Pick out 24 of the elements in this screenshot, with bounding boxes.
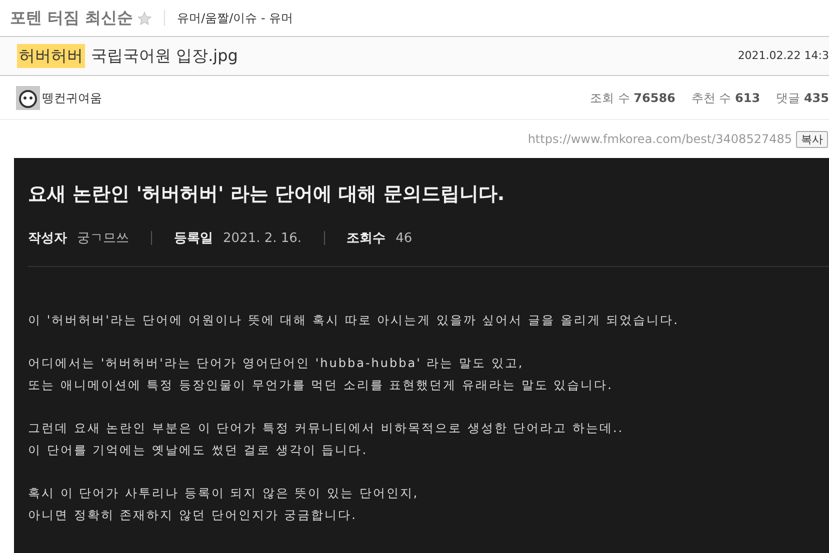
meta-value: 궁ㄱ므쓰: [77, 230, 129, 248]
body-paragraph: 이 '허버허버'라는 단어에 어원이나 뜻에 대해 혹시 따로 아시는게 있을까 싶어서 글을 올리게 되었습니다.: [28, 312, 680, 329]
meta-label: 조회수: [346, 230, 386, 248]
post-tag: 허버허버: [17, 44, 85, 68]
star-icon[interactable]: [137, 10, 152, 26]
meta-label: 등록일: [174, 230, 213, 248]
meta-value: 46: [396, 230, 412, 248]
avatar-icon: [16, 86, 40, 110]
copy-button[interactable]: 복사: [796, 130, 828, 148]
meta-value: 2021. 2. 16.: [223, 230, 302, 248]
screenshot-heading: 요새 논란인 '허버허버' 라는 단어에 대해 문의드립니다.: [28, 182, 506, 207]
post-title: 국립국어원 입장.jpg: [91, 45, 238, 67]
stat-text: 추천 수 613: [691, 90, 760, 106]
post-url: https://www.fmkorea.com/best/3408527485: [528, 131, 792, 148]
board-title[interactable]: 포텐 터짐 최신순: [10, 6, 134, 30]
stat-text: 조회 수 76586: [590, 90, 676, 106]
board-category[interactable]: 유머/움짤/이슈 - 유머: [177, 9, 294, 27]
body-paragraph: 그런데 요새 논란인 부분은 이 단어가 특정 커뮤니티에서 비하목적으로 생성한 단어라고 하는데.. 이 단어를 기억에는 옛날에도 썼던 걸로 생각이 듭니다.: [28, 420, 625, 459]
author-name[interactable]: 뗑컨귀여움: [42, 88, 102, 106]
post-date: 2021.02.22 14:3: [738, 48, 829, 64]
meta-label: 작성자: [28, 230, 67, 248]
body-paragraph: 혹시 이 단어가 사투리나 등록이 되지 않은 뜻이 있는 단어인지, 아니면 정확히 존재하지 않던 단어인지가 궁금합니다.: [28, 485, 420, 524]
body-paragraph: 어디에서는 '허버허버'라는 단어가 영어단어인 'hubba-hubba' 라는 말도 있고, 또는 애니메이션에 특정 등장인물이 무언가를 먹던 소리를 표현했던게 유래라는 말도 있습니다.: [28, 355, 614, 394]
stat-text: 댓글 435: [776, 90, 829, 106]
